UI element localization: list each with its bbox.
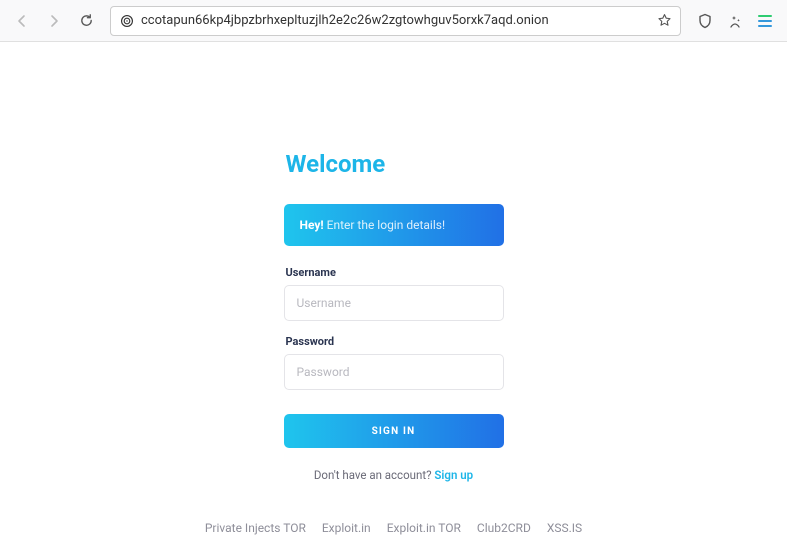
signup-link[interactable]: Sign up [434,468,473,482]
signup-prompt-row: Don't have an account? Sign up [284,468,504,482]
forward-button[interactable] [40,7,68,35]
info-banner: Hey! Enter the login details! [284,204,504,246]
new-identity-icon[interactable] [721,7,749,35]
reload-button[interactable] [72,7,100,35]
username-label: Username [286,266,504,279]
footer-link[interactable]: Exploit.in [322,521,371,535]
signup-prompt: Don't have an account? [314,468,435,482]
page-content: Welcome Hey! Enter the login details! Us… [0,42,787,553]
onion-site-icon [119,13,135,29]
password-input[interactable] [284,354,504,390]
menu-icon[interactable] [751,7,779,35]
url-text: ccotapun66kp4jbpzbrhxepltuzjlh2e2c26w2zg… [141,6,650,36]
footer-link[interactable]: Private Injects TOR [205,521,306,535]
banner-text: Enter the login details! [327,218,445,232]
bookmark-star-icon[interactable] [656,13,672,29]
shield-icon[interactable] [691,7,719,35]
footer-link[interactable]: Club2CRD [477,521,531,535]
browser-toolbar: ccotapun66kp4jbpzbrhxepltuzjlh2e2c26w2zg… [0,0,787,42]
login-container: Welcome Hey! Enter the login details! Us… [284,150,504,482]
arrow-left-icon [14,13,30,29]
back-button[interactable] [8,7,36,35]
footer-link[interactable]: XSS.IS [547,521,582,535]
hamburger-icon [758,15,772,27]
footer-link[interactable]: Exploit.in TOR [387,521,461,535]
banner-bold: Hey! [300,218,324,232]
username-input[interactable] [284,285,504,321]
toolbar-right [691,7,779,35]
url-bar[interactable]: ccotapun66kp4jbpzbrhxepltuzjlh2e2c26w2zg… [110,6,681,36]
signin-button[interactable]: SIGN IN [284,414,504,448]
password-label: Password [286,335,504,348]
reload-icon [79,13,94,28]
footer-links: Private Injects TOR Exploit.in Exploit.i… [0,521,787,535]
arrow-right-icon [46,13,62,29]
page-title: Welcome [286,150,504,178]
